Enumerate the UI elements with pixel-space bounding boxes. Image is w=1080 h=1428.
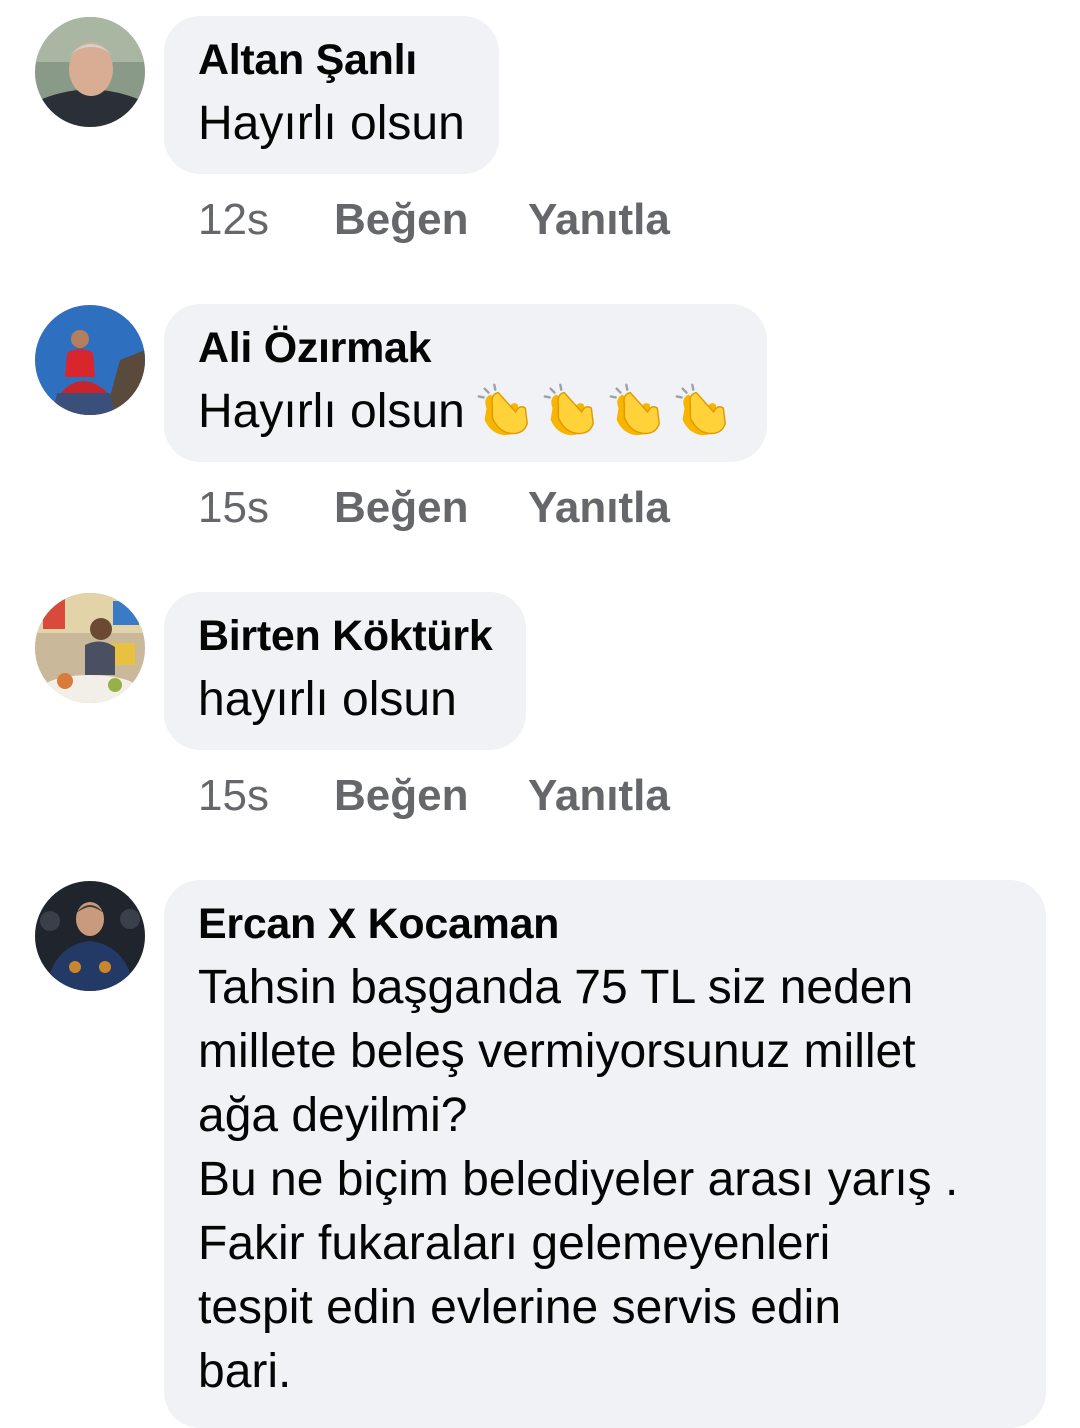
comment-text-line: Hayırlı olsun	[198, 97, 465, 150]
comment-text-line: Hayırlı olsun	[198, 385, 465, 438]
profile-photo-icon	[35, 593, 145, 703]
clapping-hands-icon	[543, 383, 594, 436]
avatar[interactable]	[35, 17, 145, 127]
comment-actions: 12s Beğen Yanıtla	[198, 192, 670, 248]
like-button[interactable]: Beğen	[334, 768, 528, 824]
reply-button[interactable]: Yanıtla	[528, 768, 670, 824]
comment-text-line: bari.	[198, 1345, 292, 1398]
clapping-hands-icon	[609, 383, 660, 436]
comment-text: Hayırlı olsun	[198, 92, 465, 156]
comment-actions: 15s Beğen Yanıtla	[198, 768, 670, 824]
comment-text-line: hayırlı olsun	[198, 673, 457, 726]
comment-text-line: Bu ne biçim belediyeler arası yarış .	[198, 1153, 959, 1206]
comment-text-line: millete beleş vermiyorsunuz millet	[198, 1025, 916, 1078]
comment-bubble: Ercan X Kocaman Tahsin başganda 75 TL si…	[164, 880, 1046, 1428]
comment-text-line: Fakir fukaraları gelemeyenleri	[198, 1217, 831, 1270]
comment-author[interactable]: Ali Özırmak	[198, 320, 733, 376]
emoji-group	[473, 379, 733, 441]
profile-photo-icon	[35, 881, 145, 991]
comment-author[interactable]: Ercan X Kocaman	[198, 896, 1012, 952]
comment-timestamp[interactable]: 12s	[198, 192, 334, 248]
comment-bubble: Altan Şanlı Hayırlı olsun	[164, 16, 499, 174]
comment-author[interactable]: Birten Köktürk	[198, 608, 493, 664]
avatar[interactable]	[35, 881, 145, 991]
avatar[interactable]	[35, 593, 145, 703]
comment-bubble: Birten Köktürk hayırlı olsun	[164, 592, 527, 750]
comment-text: Tahsin başganda 75 TL siz neden millete …	[198, 956, 1012, 1404]
comment-text-line: Tahsin başganda 75 TL siz neden	[198, 961, 914, 1014]
comment-timestamp[interactable]: 15s	[198, 768, 334, 824]
profile-photo-icon	[35, 17, 145, 127]
reply-button[interactable]: Yanıtla	[528, 192, 670, 248]
avatar[interactable]	[35, 305, 145, 415]
profile-photo-icon	[35, 305, 145, 415]
clapping-hands-icon	[675, 383, 726, 436]
comment-timestamp[interactable]: 15s	[198, 480, 334, 536]
like-button[interactable]: Beğen	[334, 192, 528, 248]
comment-bubble: Ali Özırmak Hayırlı olsun	[164, 304, 767, 462]
like-button[interactable]: Beğen	[334, 480, 528, 536]
comment-text: hayırlı olsun	[198, 668, 492, 732]
comment-author[interactable]: Altan Şanlı	[198, 32, 465, 88]
comment-text-line: ağa deyilmi?	[198, 1089, 468, 1142]
comment-text: Hayırlı olsun	[198, 380, 733, 445]
comment-actions: 15s Beğen Yanıtla	[198, 480, 670, 536]
reply-button[interactable]: Yanıtla	[528, 480, 670, 536]
comment-text-line: tespit edin evlerine servis edin	[198, 1281, 842, 1334]
clapping-hands-icon	[477, 383, 528, 436]
